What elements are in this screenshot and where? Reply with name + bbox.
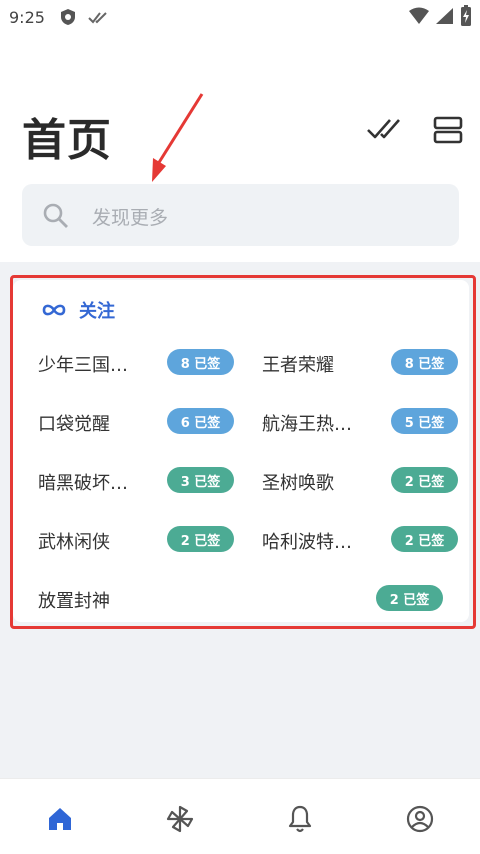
search-icon: [42, 202, 70, 234]
followed-game-item[interactable]: 圣树唤歌 2 已签: [262, 463, 458, 497]
checkin-badge: 8 已签: [391, 349, 458, 375]
checkin-badge: 5 已签: [391, 408, 458, 434]
layout-toggle-button[interactable]: [432, 114, 464, 146]
pinwheel-icon: [166, 805, 194, 833]
mark-all-read-button[interactable]: [366, 114, 402, 144]
nav-notifications[interactable]: [280, 803, 320, 835]
bottom-nav: [0, 778, 480, 854]
signal-icon: [434, 7, 454, 29]
followed-game-item[interactable]: 少年三国… 8 已签: [38, 345, 234, 379]
followed-game-item[interactable]: 放置封神 2 已签: [38, 581, 443, 615]
follow-header: 关注: [41, 298, 115, 322]
list-layout-icon: [433, 116, 463, 144]
game-name: 放置封神: [38, 591, 110, 612]
followed-game-item[interactable]: 口袋觉醒 6 已签: [38, 404, 234, 438]
game-name: 口袋觉醒: [38, 414, 110, 435]
follow-title: 关注: [79, 301, 115, 322]
checkin-badge: 3 已签: [167, 467, 234, 493]
double-check-icon: [88, 10, 108, 29]
double-check-icon: [367, 119, 400, 139]
page-header: 首页: [0, 100, 480, 166]
game-name: 少年三国…: [38, 355, 128, 376]
game-name: 暗黑破坏…: [38, 473, 128, 494]
game-name: 航海王热…: [262, 414, 352, 435]
nav-profile[interactable]: [400, 803, 440, 835]
battery-icon: [460, 5, 472, 31]
shield-icon: [60, 8, 76, 30]
status-bar: 9:25: [0, 0, 480, 34]
follow-card: 关注 少年三国… 8 已签 王者荣耀 8 已签口袋觉醒 6 已签 航海王热… 5 已签暗黑破…: [13, 280, 469, 622]
checkin-badge: 2 已签: [376, 585, 443, 611]
nav-home[interactable]: [40, 803, 80, 835]
checkin-badge: 8 已签: [167, 349, 234, 375]
followed-game-item[interactable]: 王者荣耀 8 已签: [262, 345, 458, 379]
game-name: 武林闲侠: [38, 532, 110, 553]
profile-icon: [406, 805, 434, 833]
checkin-badge: 6 已签: [167, 408, 234, 434]
followed-game-item[interactable]: 哈利波特… 2 已签: [262, 522, 458, 556]
game-name: 圣树唤歌: [262, 473, 334, 494]
home-icon: [49, 808, 71, 830]
nav-discover[interactable]: [160, 803, 200, 835]
search-input[interactable]: 发现更多: [22, 184, 459, 246]
search-placeholder: 发现更多: [92, 207, 169, 229]
bell-icon: [288, 805, 312, 833]
game-name: 哈利波特…: [262, 532, 352, 553]
status-time: 9:25: [9, 8, 45, 27]
game-name: 王者荣耀: [262, 355, 334, 376]
followed-game-item[interactable]: 航海王热… 5 已签: [262, 404, 458, 438]
followed-game-item[interactable]: 武林闲侠 2 已签: [38, 522, 234, 556]
followed-game-item[interactable]: 暗黑破坏… 3 已签: [38, 463, 234, 497]
checkin-badge: 2 已签: [167, 526, 234, 552]
checkin-badge: 2 已签: [391, 526, 458, 552]
checkin-badge: 2 已签: [391, 467, 458, 493]
infinity-icon: [42, 304, 66, 316]
wifi-icon: [408, 7, 430, 29]
page-title: 首页: [22, 115, 112, 166]
